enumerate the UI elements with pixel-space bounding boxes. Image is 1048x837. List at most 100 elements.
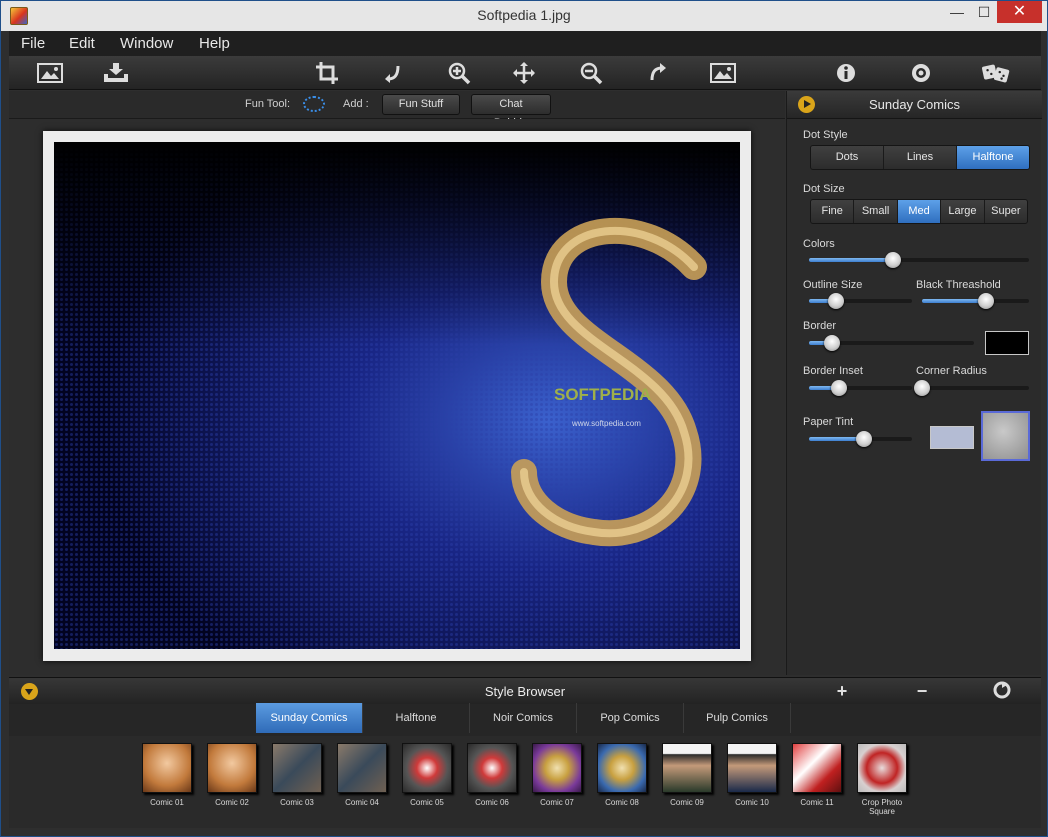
dot-size-option-super[interactable]: Super [985, 200, 1027, 223]
minimize-button[interactable]: — [942, 1, 972, 23]
toolbar [9, 56, 1041, 90]
settings-icon[interactable] [906, 60, 936, 86]
style-tab-pop-comics[interactable]: Pop Comics [577, 703, 684, 733]
thumbnail-caption: Comic 06 [475, 798, 509, 807]
dot-size-option-med[interactable]: Med [897, 200, 942, 223]
thumbnail-image [857, 743, 907, 793]
border-inset-slider[interactable] [809, 379, 912, 397]
fun-toolbar: Fun Tool: Add : Fun Stuff Chat Bubble [9, 91, 785, 129]
style-thumbnail-comic-09[interactable]: Comic 09 [662, 743, 712, 811]
style-tabs: Sunday Comics Halftone Noir Comics Pop Comi… [256, 703, 791, 733]
menu-help[interactable]: Help [199, 35, 230, 52]
fun-stuff-button[interactable]: Fun Stuff [382, 94, 460, 115]
thumbnail-caption: Comic 03 [280, 798, 314, 807]
thumbnail-image [142, 743, 192, 793]
style-thumbnail-comic-06[interactable]: Comic 06 [467, 743, 517, 811]
thumbnail-image [467, 743, 517, 793]
add-style-button[interactable]: + [831, 681, 853, 701]
thumbnail-caption: Comic 04 [345, 798, 379, 807]
thumbnail-caption: Comic 02 [215, 798, 249, 807]
style-thumbnail-comic-03[interactable]: Comic 03 [272, 743, 322, 811]
style-thumbnails: Comic 01 Comic 02 Comic 03 Comic 04 Comic 05… [9, 736, 1041, 828]
watermark-title: SOFTPEDIA [554, 385, 651, 404]
panel-title: Sunday Comics [868, 97, 961, 112]
paper-texture-swatch[interactable] [981, 411, 1030, 461]
info-icon[interactable] [831, 60, 861, 86]
thumbnail-caption: Comic 07 [540, 798, 574, 807]
app-window: Softpedia 1.jpg — ☐ ✕ File Edit Window H… [0, 0, 1048, 837]
border-inset-label: Border Inset [803, 365, 863, 377]
lasso-icon[interactable] [303, 96, 325, 112]
menu-window[interactable]: Window [120, 35, 173, 52]
thumbnail-image [727, 743, 777, 793]
corner-radius-label: Corner Radius [916, 365, 987, 377]
corner-radius-slider[interactable] [914, 379, 1029, 397]
outline-size-slider[interactable] [809, 292, 912, 310]
style-thumbnail-comic-01[interactable]: Comic 01 [142, 743, 192, 811]
style-tab-pulp-comics[interactable]: Pulp Comics [684, 703, 791, 733]
style-tab-sunday-comics[interactable]: Sunday Comics [256, 703, 363, 733]
dot-size-option-fine[interactable]: Fine [811, 200, 855, 223]
thumbnail-caption: Comic 01 [150, 798, 184, 807]
menu-file[interactable]: File [21, 35, 45, 52]
thumbnail-image [337, 743, 387, 793]
thumbnail-caption: Comic 09 [670, 798, 704, 807]
border-slider[interactable] [809, 334, 974, 352]
paper-tint-color-swatch[interactable] [930, 426, 974, 449]
crop-icon[interactable] [312, 60, 342, 86]
outline-size-label: Outline Size [803, 279, 863, 291]
pan-icon[interactable] [509, 60, 539, 86]
style-thumbnail-crop-photo-square[interactable]: Crop Photo Square [857, 743, 907, 816]
dot-style-option-lines[interactable]: Lines [884, 146, 957, 169]
style-tab-noir-comics[interactable]: Noir Comics [470, 703, 577, 733]
dice-icon[interactable] [981, 60, 1011, 86]
zoom-out-icon[interactable] [576, 60, 606, 86]
canvas-area: SOFTPEDIA www.softpedia.com [9, 119, 785, 675]
photo-preview[interactable]: SOFTPEDIA www.softpedia.com [54, 142, 740, 649]
border-color-swatch[interactable] [985, 331, 1029, 355]
zoom-in-icon[interactable] [444, 60, 474, 86]
rotate-right-icon[interactable] [642, 60, 672, 86]
watermark-url: www.softpedia.com [571, 419, 641, 428]
paper-tint-slider[interactable] [809, 430, 912, 448]
style-browser-header: Style Browser + − [9, 678, 1041, 704]
menu-edit[interactable]: Edit [69, 35, 95, 52]
dot-size-option-small[interactable]: Small [854, 200, 898, 223]
thumbnail-image [272, 743, 322, 793]
open-photo-icon[interactable] [35, 60, 65, 86]
rotate-left-icon[interactable] [378, 60, 408, 86]
dot-style-option-halftone[interactable]: Halftone [957, 146, 1029, 169]
close-button[interactable]: ✕ [997, 1, 1042, 23]
fun-tool-label: Fun Tool: [245, 98, 291, 110]
style-tab-halftone[interactable]: Halftone [363, 703, 470, 733]
style-thumbnail-comic-05[interactable]: Comic 05 [402, 743, 452, 811]
thumbnail-image [662, 743, 712, 793]
remove-style-button[interactable]: − [911, 681, 933, 701]
chat-bubble-button[interactable]: Chat Bubble [471, 94, 551, 129]
paper-tint-label: Paper Tint [803, 416, 854, 428]
photo-frame: SOFTPEDIA www.softpedia.com [43, 131, 751, 661]
maximize-button[interactable]: ☐ [969, 1, 999, 23]
style-thumbnail-comic-10[interactable]: Comic 10 [727, 743, 777, 811]
black-threshold-slider[interactable] [922, 292, 1029, 310]
dot-size-option-large[interactable]: Large [941, 200, 985, 223]
dot-style-option-dots[interactable]: Dots [811, 146, 884, 169]
black-threshold-label: Black Threashold [916, 279, 1001, 291]
window-title: Softpedia 1.jpg [477, 7, 571, 23]
style-thumbnail-comic-02[interactable]: Comic 02 [207, 743, 257, 811]
fit-photo-icon[interactable] [708, 60, 738, 86]
panel-header: Sunday Comics [787, 91, 1042, 119]
style-thumbnail-comic-11[interactable]: Comic 11 [792, 743, 842, 811]
style-thumbnail-comic-04[interactable]: Comic 04 [337, 743, 387, 811]
add-label: Add : [343, 98, 369, 110]
style-thumbnail-comic-08[interactable]: Comic 08 [597, 743, 647, 811]
save-icon[interactable] [101, 60, 131, 86]
colors-slider[interactable] [809, 251, 1029, 269]
style-thumbnail-comic-07[interactable]: Comic 07 [532, 743, 582, 811]
border-label: Border [803, 320, 837, 332]
colors-label: Colors [803, 238, 835, 250]
refresh-icon[interactable] [991, 681, 1013, 701]
thumbnail-image [207, 743, 257, 793]
thumbnail-caption: Comic 05 [410, 798, 444, 807]
thumbnail-image [597, 743, 647, 793]
